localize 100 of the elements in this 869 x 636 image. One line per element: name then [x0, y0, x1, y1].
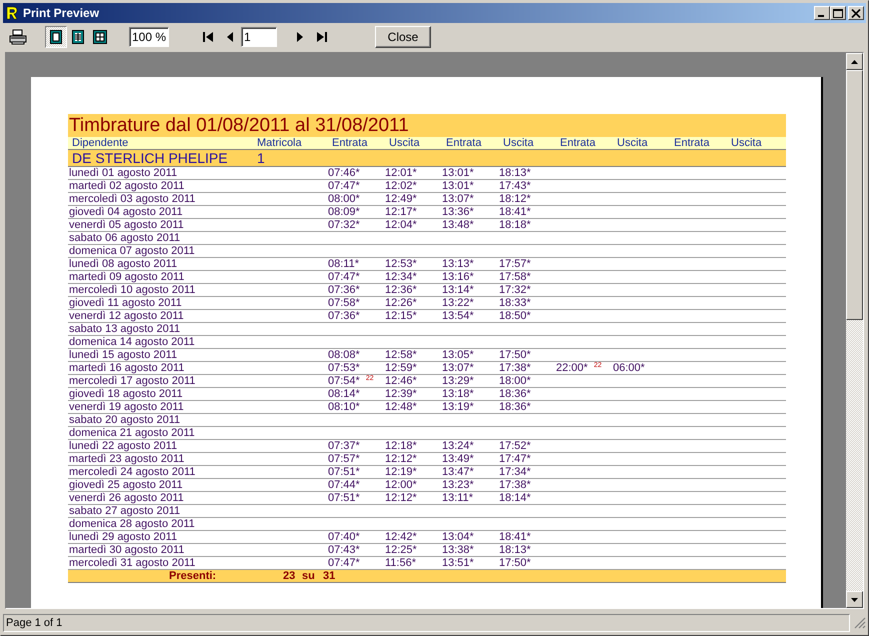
employee-name: DE STERLICH PHELIPE — [71, 150, 229, 166]
time-cell-text: 18:14* — [499, 492, 532, 504]
time-cell-text: 17:38* — [499, 479, 532, 491]
window-close-button[interactable] — [848, 6, 864, 20]
date-cell-text: domenica 07 agosto 2011 — [68, 245, 196, 257]
time-cell-text: 17:52* — [499, 440, 532, 452]
column-header: Uscita — [730, 137, 763, 149]
date-cell-text: martedì 30 agosto 2011 — [68, 544, 186, 556]
total-count: 31 — [323, 570, 336, 582]
previous-page-icon — [226, 30, 234, 42]
time-cell-text: 13:13* — [442, 258, 475, 270]
time-cell-text: 18:41* — [499, 531, 532, 543]
date-cell-text: martedì 09 agosto 2011 — [68, 271, 186, 283]
vertical-scrollbar[interactable] — [846, 53, 863, 608]
time-cell-text: 18:36* — [499, 388, 532, 400]
column-header: Dipendente — [71, 137, 130, 149]
next-page-icon — [296, 30, 304, 42]
date-cell-text: lunedì 15 agosto 2011 — [68, 349, 178, 361]
time-cell-text: 18:36* — [499, 401, 532, 413]
time-cell-text: 17:34* — [499, 466, 532, 478]
time-cell-text: 18:00* — [499, 375, 532, 387]
date-cell-text: venerdì 19 agosto 2011 — [68, 401, 185, 413]
column-header: Entrata — [559, 137, 596, 149]
time-cell-text: 13:51* — [442, 557, 475, 569]
time-cell-text: 13:01* — [442, 180, 475, 192]
time-cell-text: 13:29* — [442, 375, 475, 387]
time-cell-text: 12:34* — [385, 271, 418, 283]
date-cell-text: giovedì 04 agosto 2011 — [68, 206, 184, 218]
time-cell-text: 07:57* — [328, 453, 361, 465]
maximize-button[interactable] — [830, 6, 846, 20]
time-cell-text: 08:09* — [328, 206, 361, 218]
time-cell-text: 12:39* — [385, 388, 418, 400]
time-cell-text: 12:15* — [385, 310, 418, 322]
app-icon — [5, 6, 19, 20]
time-cell-text: 13:05* — [442, 349, 475, 361]
time-cell-text: 07:47* — [328, 180, 361, 192]
time-cell-text: 07:36* — [328, 310, 361, 322]
scroll-down-button[interactable] — [846, 591, 863, 608]
zoom-field[interactable]: 100 % — [129, 26, 169, 46]
time-cell-text: 12:53* — [385, 258, 418, 270]
close-button[interactable]: Close — [375, 26, 431, 48]
date-cell-text: mercoledì 03 agosto 2011 — [68, 193, 196, 205]
time-cell-text: 12:00* — [385, 479, 418, 491]
time-cell-text: 22:00* $^{22}$ — [556, 362, 603, 374]
time-cell-text: 18:12* — [499, 193, 532, 205]
date-cell-text: venerdì 05 agosto 2011 — [68, 219, 185, 231]
first-page-icon — [202, 30, 214, 42]
time-cell-text: 12:42* — [385, 531, 418, 543]
scroll-up-button[interactable] — [846, 53, 863, 70]
time-cell-text: 17:50* — [499, 557, 532, 569]
date-cell-text: mercoledì 17 agosto 2011 — [68, 375, 196, 387]
minimize-button[interactable] — [814, 6, 830, 20]
time-cell-text: 07:47* — [328, 557, 361, 569]
scroll-thumb[interactable] — [846, 70, 863, 320]
time-cell-text: 13:07* — [442, 193, 475, 205]
time-cell-text: 07:44* — [328, 479, 361, 491]
date-cell-text: mercoledì 31 agosto 2011 — [68, 557, 196, 569]
time-cell-text: 08:14* — [328, 388, 361, 400]
column-header: Entrata — [673, 137, 710, 149]
last-page-icon — [316, 30, 328, 42]
time-cell-text: 07:32* — [328, 219, 361, 231]
date-cell-text: martedì 16 agosto 2011 — [68, 362, 186, 374]
date-cell-text: martedì 02 agosto 2011 — [68, 180, 186, 192]
time-cell-text: 12:26* — [385, 297, 418, 309]
time-cell-text: 13:54* — [442, 310, 475, 322]
date-cell-text: giovedì 11 agosto 2011 — [68, 297, 183, 309]
date-cell-text: mercoledì 24 agosto 2011 — [68, 466, 196, 478]
time-cell-text: 13:47* — [442, 466, 475, 478]
time-cell-text: 07:36* — [328, 284, 361, 296]
time-cell-text: 17:47* — [499, 453, 532, 465]
page-field[interactable]: 1 — [241, 26, 277, 46]
time-cell-text: 08:11* — [328, 258, 360, 270]
time-cell-text: 12:02* — [385, 180, 418, 192]
time-cell-text: 07:58* — [328, 297, 361, 309]
down-arrow-icon — [851, 598, 858, 602]
summary-separator: su — [302, 570, 316, 582]
time-cell-text: 12:36* — [385, 284, 418, 296]
date-cell-text: sabato 06 agosto 2011 — [68, 232, 182, 244]
time-cell-text: 08:00* — [328, 193, 361, 205]
date-cell-text: giovedì 18 agosto 2011 — [68, 388, 184, 400]
time-cell-text: 18:18* — [499, 219, 532, 231]
column-header: Entrata — [331, 137, 368, 149]
time-cell-text: 12:17* — [385, 206, 418, 218]
up-arrow-icon — [851, 60, 858, 64]
page-view-button[interactable] — [45, 26, 67, 48]
time-cell-text: 12:59* — [385, 362, 418, 374]
time-cell-text: 13:36* — [442, 206, 475, 218]
employee-number: 1 — [256, 150, 266, 166]
time-cell-text: 12:18* — [385, 440, 418, 452]
time-cell-text: 13:38* — [442, 544, 475, 556]
date-cell-text: lunedì 29 agosto 2011 — [68, 531, 178, 543]
time-cell-text: 07:53* — [328, 362, 361, 374]
resize-grip-icon[interactable] — [854, 617, 866, 629]
time-cell-text: 13:04* — [442, 531, 475, 543]
report-title: Timbrature dal 01/08/2011 al 31/08/2011 — [68, 114, 786, 137]
column-header: Uscita — [616, 137, 649, 149]
window-title: Print Preview — [23, 6, 100, 20]
minimize-icon — [818, 14, 824, 16]
maximize-icon — [833, 8, 843, 18]
time-cell-text: 17:57* — [499, 258, 532, 270]
